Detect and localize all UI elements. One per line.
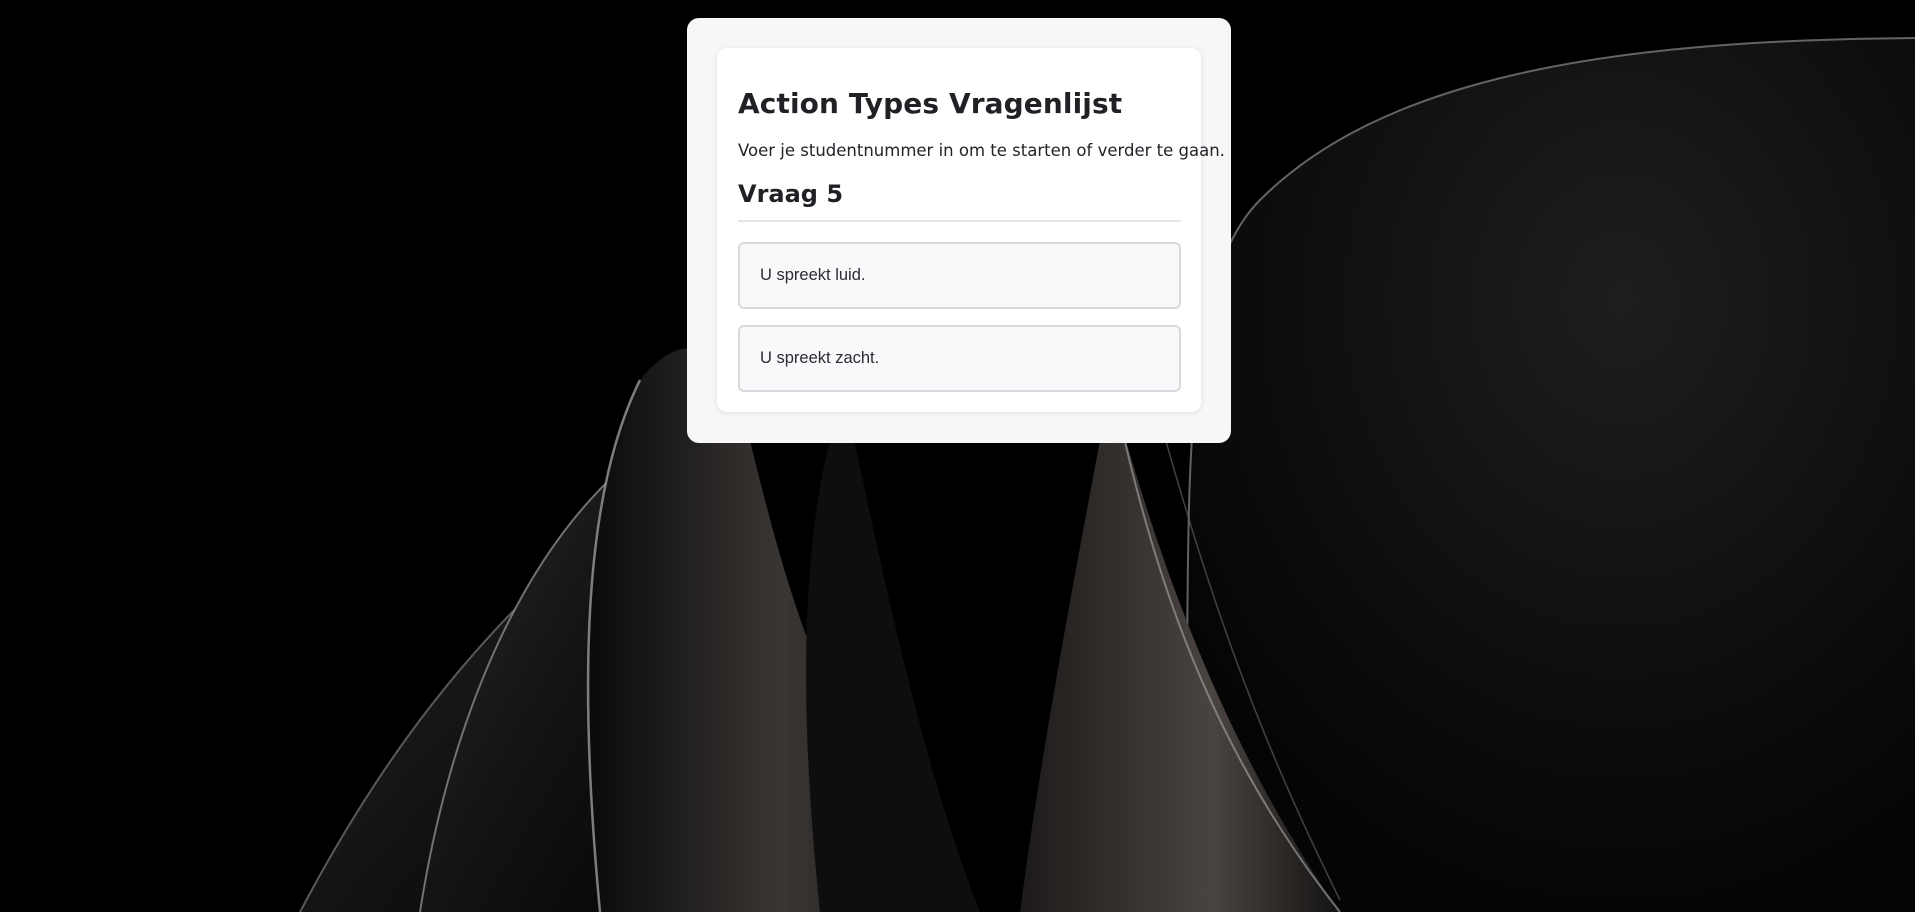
answer-option-speak-soft[interactable]: U spreekt zacht. xyxy=(738,325,1181,392)
questionnaire-panel: Action Types Vragenlijst Voer je student… xyxy=(687,18,1231,443)
divider xyxy=(738,220,1181,222)
answer-option-label: U spreekt luid. xyxy=(760,266,866,284)
answer-option-label: U spreekt zacht. xyxy=(760,349,880,367)
question-card: Action Types Vragenlijst Voer je student… xyxy=(717,48,1225,412)
answer-option-speak-loud[interactable]: U spreekt luid. xyxy=(738,242,1181,309)
question-title: Vraag 5 xyxy=(738,180,844,208)
instruction-text: Voer je studentnummer in om te starten o… xyxy=(738,141,1225,160)
page-title: Action Types Vragenlijst xyxy=(738,87,1123,120)
